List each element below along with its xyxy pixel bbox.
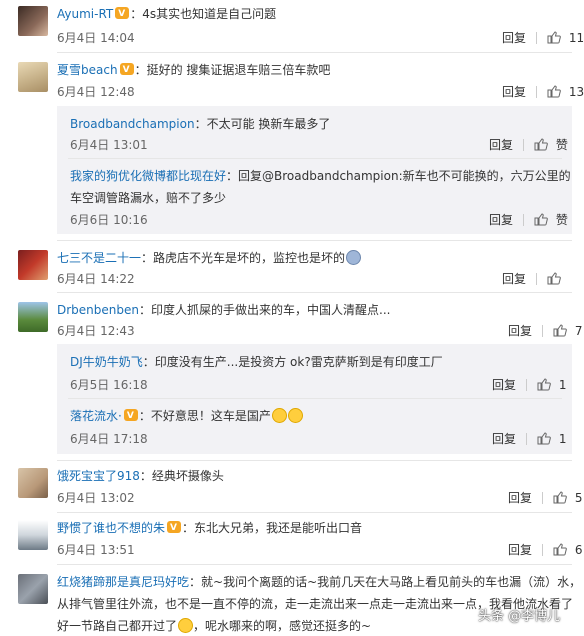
laughing-emoji-icon (271, 408, 287, 423)
emoji-icon (346, 250, 362, 265)
reply-button[interactable]: 回复 (508, 491, 532, 505)
laughing-emoji-icon (178, 618, 194, 633)
username[interactable]: Drbenbenben (57, 303, 139, 317)
username[interactable]: 七三不是二十一 (57, 251, 141, 265)
divider (57, 564, 572, 565)
timestamp: 6月4日 13:51 (57, 543, 135, 557)
comment-text: 经典坏摄像头 (151, 469, 224, 483)
comment-actions: 回复 6 (508, 542, 582, 560)
comment-text: 路虎店不光车是坏的，监控也是坏的 (153, 251, 346, 265)
comment-text-line-1: 就~我问个离题的话~我前几天在大马路上看见前头的车也漏（流）水， (201, 575, 582, 589)
watermark: 头条 @李博儿 (478, 609, 561, 624)
reply-text-line-2: 车空调管路漏水，赔不了多少 (70, 191, 227, 205)
username[interactable]: 红烧猪蹄那是真尼玛好吃 (57, 575, 189, 589)
comment-text: 4s其实也知道是自己问题 (142, 7, 277, 21)
reply-text: 不太可能 换新车最多了 (206, 117, 331, 131)
reply-username[interactable]: DJ牛奶牛奶飞 (70, 355, 143, 369)
like-label[interactable]: 赞 (556, 213, 568, 227)
reply-username[interactable]: Broadbandchampion (70, 117, 195, 131)
like-icon[interactable] (553, 543, 567, 560)
like-icon[interactable] (547, 31, 561, 48)
avatar[interactable] (18, 302, 48, 332)
comment-actions: 回复 7 (508, 323, 582, 341)
comment-actions: 回复 13 (502, 84, 584, 102)
reply-button[interactable]: 回复 (492, 432, 516, 446)
reply-button[interactable]: 回复 (489, 138, 513, 152)
reply-text: 印度没有生产...是投资方 ok?雷克萨斯到是有印度工厂 (154, 355, 443, 369)
comment-actions: 回复 11 (502, 30, 584, 48)
reply-actions: 回复 1 (492, 377, 566, 395)
like-count: 7 (574, 324, 583, 338)
timestamp: 6月4日 14:22 (57, 272, 135, 286)
divider (57, 460, 572, 461)
like-icon[interactable] (534, 213, 548, 230)
like-count: 13 (568, 85, 584, 99)
avatar[interactable] (18, 250, 48, 280)
username[interactable]: 野惯了谁也不想的朱 (57, 521, 165, 535)
avatar[interactable] (18, 468, 48, 498)
comment-text: 印度人抓屎的手做出来的车，中国人清醒点... (151, 303, 391, 317)
timestamp: 6月4日 12:43 (57, 324, 135, 338)
username[interactable]: Ayumi-RT (57, 7, 113, 21)
timestamp: 6月4日 12:48 (57, 85, 135, 99)
comment-text: 东北大兄弟，我还是能听出口音 (194, 521, 363, 535)
divider (68, 398, 562, 399)
avatar[interactable] (18, 574, 48, 604)
divider (57, 240, 572, 241)
reply-text-line-1: 回复@Broadbandchampion:新车也不可能换的，六万公里的 (238, 169, 571, 183)
reply-button[interactable]: 回复 (508, 324, 532, 338)
like-count: 11 (568, 31, 584, 45)
reply-button[interactable]: 回复 (508, 543, 532, 557)
like-icon[interactable] (537, 378, 551, 395)
reply-button[interactable]: 回复 (492, 378, 516, 392)
timestamp: 6月4日 14:04 (57, 31, 135, 45)
reply-button[interactable]: 回复 (502, 85, 526, 99)
reply-timestamp: 6月6日 10:16 (70, 213, 148, 227)
comment-feed: Ayumi-RT：4s其实也知道是自己问题 6月4日 14:04 回复 11 夏… (0, 0, 584, 636)
vip-badge-icon (115, 6, 130, 22)
like-label[interactable]: 赞 (556, 138, 568, 152)
divider (57, 292, 572, 293)
reply-actions: 回复 赞 (489, 137, 568, 155)
reply-text: 不好意思！这车是国产 (150, 409, 271, 423)
like-icon[interactable] (537, 432, 551, 449)
username[interactable]: 饿死宝宝了918 (57, 469, 140, 483)
like-count: 6 (574, 543, 583, 557)
comment-text-line-3-end: ，呢水哪来的啊，感觉还挺多的~ (193, 619, 372, 633)
reply-button[interactable]: 回复 (489, 213, 513, 227)
comment-actions: 回复 (502, 271, 561, 289)
like-icon[interactable] (547, 272, 561, 289)
reply-button[interactable]: 回复 (502, 31, 526, 45)
vip-badge-icon (119, 62, 134, 78)
laughing-emoji-icon (287, 408, 303, 423)
like-icon[interactable] (553, 324, 567, 341)
like-icon[interactable] (547, 85, 561, 102)
like-icon[interactable] (534, 138, 548, 155)
divider (57, 512, 572, 513)
comment-text-line-3: 好一节路自己都开过了 (57, 619, 178, 633)
like-count: 1 (558, 378, 567, 392)
reply-button[interactable]: 回复 (502, 272, 526, 286)
divider (68, 158, 562, 159)
reply-timestamp: 6月4日 17:18 (70, 432, 148, 446)
username[interactable]: 夏雪beach (57, 63, 118, 77)
vip-badge-icon (167, 520, 182, 536)
divider (57, 52, 572, 53)
like-count: 1 (558, 432, 567, 446)
reply-actions: 回复 1 (492, 431, 566, 449)
avatar[interactable] (18, 62, 48, 92)
comment-text: 挺好的 搜集证据退车赔三倍车款吧 (146, 63, 331, 77)
reply-username[interactable]: 落花流水· (70, 409, 122, 423)
reply-username[interactable]: 我家的狗优化微博都比现在好 (70, 169, 226, 183)
comment-actions: 回复 5 (508, 490, 582, 508)
like-count: 5 (574, 491, 583, 505)
avatar[interactable] (18, 520, 48, 550)
timestamp: 6月4日 13:02 (57, 491, 135, 505)
vip-badge-icon (123, 408, 138, 424)
like-icon[interactable] (553, 491, 567, 508)
reply-timestamp: 6月5日 16:18 (70, 378, 148, 392)
reply-actions: 回复 赞 (489, 212, 568, 230)
reply-timestamp: 6月4日 13:01 (70, 138, 148, 152)
avatar[interactable] (18, 6, 48, 36)
